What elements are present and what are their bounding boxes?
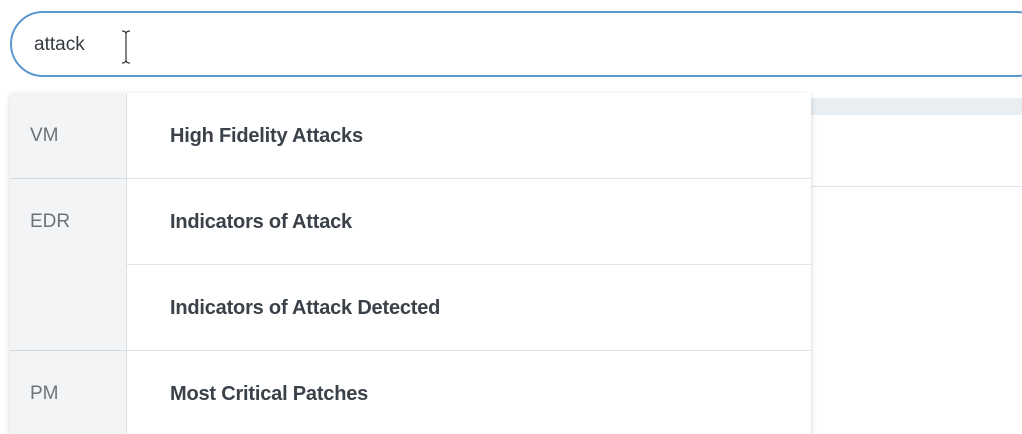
suggestion-label[interactable]: Indicators of Attack — [170, 179, 352, 265]
category-label: PM — [30, 383, 59, 404]
suggestion-label[interactable]: Indicators of Attack Detected — [170, 265, 440, 351]
suggestion-item[interactable]: VM High Fidelity Attacks — [10, 93, 811, 179]
suggestion-item[interactable]: PM Most Critical Patches — [10, 351, 811, 434]
text-cursor-icon — [121, 30, 131, 64]
suggestion-label[interactable]: High Fidelity Attacks — [170, 93, 363, 179]
category-cell — [10, 265, 127, 351]
category-cell: EDR — [10, 179, 127, 265]
background-panel-divider — [790, 186, 1022, 187]
page: VM High Fidelity Attacks EDR Indicators … — [0, 0, 1022, 434]
category-label: EDR — [30, 211, 71, 232]
suggestion-item[interactable]: Indicators of Attack Detected — [10, 265, 811, 351]
background-panel-header — [790, 98, 1022, 115]
suggestion-label[interactable]: Most Critical Patches — [170, 351, 368, 434]
category-cell: PM — [10, 351, 127, 434]
category-label: VM — [30, 125, 59, 146]
category-cell: VM — [10, 93, 127, 179]
search-suggestions-dropdown: VM High Fidelity Attacks EDR Indicators … — [10, 93, 811, 434]
suggestion-item[interactable]: EDR Indicators of Attack — [10, 179, 811, 265]
search-box[interactable] — [10, 11, 1022, 77]
